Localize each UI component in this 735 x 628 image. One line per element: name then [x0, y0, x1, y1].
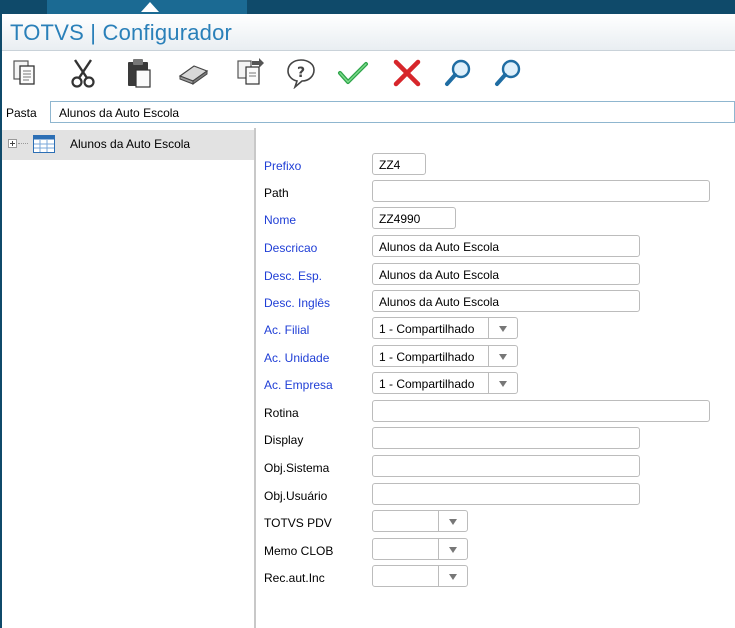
path-input[interactable] — [372, 180, 710, 202]
chevron-down-icon[interactable] — [438, 566, 467, 586]
ac-filial-value: 1 - Compartilhado — [379, 322, 475, 336]
memo-clob-label: Memo CLOB — [264, 544, 334, 558]
search-next-button[interactable] — [492, 57, 526, 89]
collapse-caret-icon[interactable] — [141, 2, 159, 12]
confirm-button[interactable] — [336, 57, 370, 89]
field-prefixo: Prefixo ZZ4 — [258, 153, 735, 177]
path-label: Path — [264, 186, 289, 200]
eraser-button[interactable] — [176, 57, 210, 89]
help-button[interactable]: ? — [284, 57, 318, 90]
descricao-label: Descricao — [264, 241, 318, 255]
field-nome: Nome ZZ4990 — [258, 207, 735, 231]
cut-icon — [71, 59, 95, 88]
memo-clob-select[interactable] — [372, 538, 468, 560]
rotina-input[interactable] — [372, 400, 710, 422]
field-obj-sistema: Obj.Sistema — [258, 455, 735, 479]
pasta-label: Pasta — [6, 106, 37, 120]
ac-filial-select[interactable]: 1 - Compartilhado — [372, 317, 518, 339]
field-memo-clob: Memo CLOB — [258, 538, 735, 562]
table-icon — [33, 135, 55, 153]
display-label: Display — [264, 433, 304, 447]
field-ac-unidade: Ac. Unidade 1 - Compartilhado — [258, 345, 735, 369]
chevron-down-icon[interactable] — [488, 346, 517, 366]
desc-ingles-label: Desc. Inglês — [264, 296, 331, 310]
tree-connector — [18, 143, 28, 144]
chevron-down-icon[interactable] — [438, 511, 467, 531]
totvs-pdv-select[interactable] — [372, 510, 468, 532]
totvs-pdv-label: TOTVS PDV — [264, 516, 332, 530]
field-desc-ingles: Desc. Inglês Alunos da Auto Escola — [258, 290, 735, 314]
tree-panel: Alunos da Auto Escola — [2, 128, 256, 628]
search-icon — [445, 59, 471, 86]
help-icon: ? — [287, 59, 315, 90]
display-input[interactable] — [372, 427, 640, 449]
ac-filial-label: Ac. Filial — [264, 323, 310, 337]
obj-usuario-label: Obj.Usuário — [264, 489, 328, 503]
ac-unidade-label: Ac. Unidade — [264, 351, 330, 365]
field-desc-esp: Desc. Esp. Alunos da Auto Escola — [258, 263, 735, 287]
prefixo-input[interactable]: ZZ4 — [372, 153, 426, 175]
rec-aut-inc-select[interactable] — [372, 565, 468, 587]
tree-item-label: Alunos da Auto Escola — [70, 137, 191, 151]
chevron-down-icon[interactable] — [438, 539, 467, 559]
copy-button[interactable] — [8, 57, 42, 89]
search-next-icon — [495, 59, 521, 86]
prefixo-label: Prefixo — [264, 159, 302, 173]
rotina-label: Rotina — [264, 406, 299, 420]
copy-icon — [13, 60, 35, 85]
ac-unidade-value: 1 - Compartilhado — [379, 350, 475, 364]
obj-sistema-label: Obj.Sistema — [264, 461, 330, 475]
field-ac-empresa: Ac. Empresa 1 - Compartilhado — [258, 372, 735, 396]
field-display: Display — [258, 427, 735, 451]
app-window: TOTVS | Configurador ? Pasta Alunos da A… — [2, 14, 735, 628]
obj-usuario-input[interactable] — [372, 483, 640, 505]
ac-empresa-label: Ac. Empresa — [264, 378, 333, 392]
toolbar: ? — [2, 51, 735, 93]
export-button[interactable] — [232, 57, 266, 89]
ac-empresa-select[interactable]: 1 - Compartilhado — [372, 372, 518, 394]
field-descricao: Descricao Alunos da Auto Escola — [258, 235, 735, 259]
tree-item[interactable]: Alunos da Auto Escola — [2, 130, 254, 160]
field-ac-filial: Ac. Filial 1 - Compartilhado — [258, 317, 735, 341]
eraser-icon — [178, 65, 209, 85]
window-title: TOTVS | Configurador — [10, 20, 233, 45]
search-button[interactable] — [442, 57, 476, 89]
pasta-bar: Pasta Alunos da Auto Escola — [2, 98, 735, 128]
confirm-check-icon — [338, 62, 368, 84]
cancel-x-icon — [393, 59, 421, 87]
desc-esp-input[interactable]: Alunos da Auto Escola — [372, 263, 640, 285]
paste-button[interactable] — [122, 57, 156, 89]
title-bar: TOTVS | Configurador — [2, 14, 735, 51]
pasta-field[interactable]: Alunos da Auto Escola — [50, 101, 735, 123]
obj-sistema-input[interactable] — [372, 455, 640, 477]
descricao-input[interactable]: Alunos da Auto Escola — [372, 235, 640, 257]
expand-plus-icon[interactable] — [8, 139, 17, 148]
export-icon — [237, 58, 264, 85]
field-path: Path — [258, 180, 735, 204]
desc-ingles-input[interactable]: Alunos da Auto Escola — [372, 290, 640, 312]
cancel-button[interactable] — [390, 57, 424, 89]
cut-button[interactable] — [66, 57, 100, 89]
paste-icon — [128, 59, 151, 88]
field-obj-usuario: Obj.Usuário — [258, 483, 735, 507]
nome-input[interactable]: ZZ4990 — [372, 207, 456, 229]
chevron-down-icon[interactable] — [488, 318, 517, 338]
field-totvs-pdv: TOTVS PDV — [258, 510, 735, 534]
ac-unidade-select[interactable]: 1 - Compartilhado — [372, 345, 518, 367]
top-strip — [0, 0, 735, 14]
ac-empresa-value: 1 - Compartilhado — [379, 377, 475, 391]
nome-label: Nome — [264, 213, 297, 227]
chevron-down-icon[interactable] — [488, 373, 517, 393]
svg-text:?: ? — [297, 65, 305, 81]
field-rotina: Rotina — [258, 400, 735, 424]
field-rec-aut-inc: Rec.aut.Inc — [258, 565, 735, 589]
rec-aut-inc-label: Rec.aut.Inc — [264, 571, 325, 585]
form-panel: Prefixo ZZ4 Path Nome ZZ4990 Descricao A… — [258, 128, 735, 628]
desc-esp-label: Desc. Esp. — [264, 269, 323, 283]
